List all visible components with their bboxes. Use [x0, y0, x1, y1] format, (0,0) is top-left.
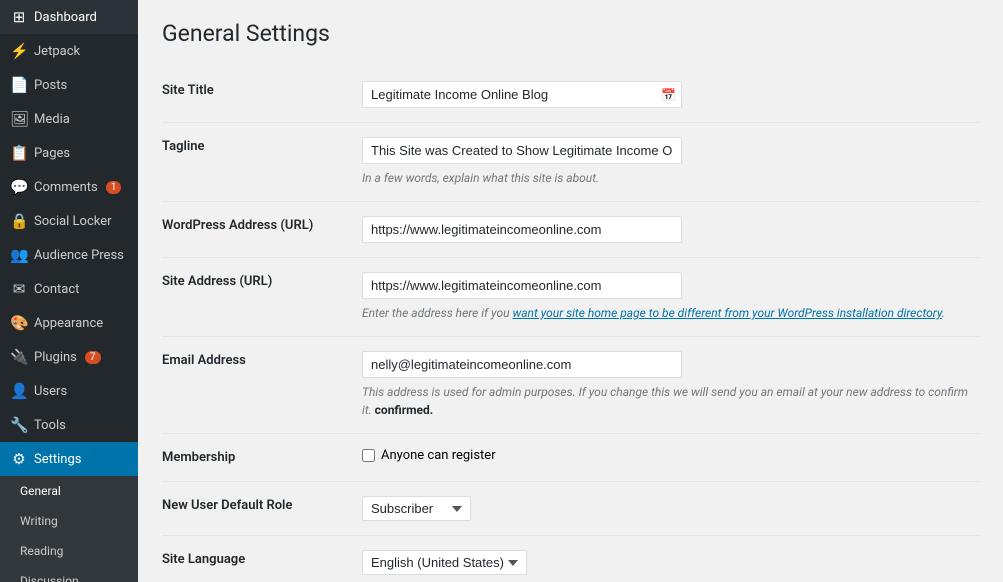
submenu-label-general: General [20, 484, 61, 498]
membership-checkbox-row: Anyone can register [362, 448, 979, 463]
sidebar-label-media: Media [34, 112, 70, 127]
submenu-label-discussion: Discussion [20, 574, 79, 582]
page-title: General Settings [162, 20, 979, 47]
sidebar-label-dashboard: Dashboard [34, 10, 97, 25]
email-row: Email Address This address is used for a… [162, 337, 979, 434]
settings-icon: ⚙ [10, 450, 28, 468]
sidebar-label-jetpack: Jetpack [34, 44, 80, 59]
sidebar-label-tools: Tools [34, 418, 66, 433]
sidebar-item-users[interactable]: 👤 Users [0, 374, 138, 408]
jetpack-icon: ⚡ [10, 42, 28, 60]
sidebar-subitem-discussion[interactable]: Discussion [0, 566, 138, 582]
sidebar-item-plugins[interactable]: 🔌 Plugins 7 [0, 340, 138, 374]
sidebar-label-comments: Comments [34, 180, 98, 195]
dashboard-icon: ⊞ [10, 8, 28, 26]
tools-icon: 🔧 [10, 416, 28, 434]
site-title-row: Site Title 📅 [162, 67, 979, 123]
email-input[interactable] [362, 351, 682, 378]
sidebar-item-social-locker[interactable]: 🔒 Social Locker [0, 204, 138, 238]
comments-badge: 1 [106, 181, 122, 194]
sidebar-label-social-locker: Social Locker [34, 214, 112, 229]
new-user-role-label: New User Default Role [162, 482, 362, 536]
wp-address-label: WordPress Address (URL) [162, 202, 362, 258]
wp-address-row: WordPress Address (URL) [162, 202, 979, 258]
site-address-row: Site Address (URL) Enter the address her… [162, 258, 979, 337]
sidebar-item-appearance[interactable]: 🎨 Appearance [0, 306, 138, 340]
sidebar-item-contact[interactable]: ✉ Contact [0, 272, 138, 306]
main-content: General Settings Site Title 📅 Tagline In… [138, 0, 1003, 582]
sidebar-label-audience-press: Audience Press [34, 248, 124, 263]
sidebar-item-dashboard[interactable]: ⊞ Dashboard [0, 0, 138, 34]
sidebar-item-settings[interactable]: ⚙ Settings [0, 442, 138, 476]
membership-checkbox-label: Anyone can register [381, 448, 496, 463]
site-language-label: Site Language [162, 536, 362, 582]
sidebar-item-posts[interactable]: 📄 Posts [0, 68, 138, 102]
wp-address-input[interactable] [362, 216, 682, 243]
tagline-row: Tagline In a few words, explain what thi… [162, 123, 979, 202]
sidebar-label-users: Users [34, 384, 67, 399]
comments-icon: 💬 [10, 178, 28, 196]
site-address-link[interactable]: want your site home page to be different… [512, 306, 941, 320]
membership-checkbox[interactable] [362, 449, 375, 462]
membership-label: Membership [162, 434, 362, 482]
audience-press-icon: 👥 [10, 246, 28, 264]
sidebar-label-pages: Pages [34, 146, 70, 161]
new-user-role-select[interactable]: SubscriberContributorAuthorEditorAdminis… [362, 496, 471, 521]
site-address-input[interactable] [362, 272, 682, 299]
settings-form: Site Title 📅 Tagline In a few words, exp… [162, 67, 979, 582]
plugins-icon: 🔌 [10, 348, 28, 366]
sidebar-subitem-writing[interactable]: Writing [0, 506, 138, 536]
calendar-icon: 📅 [661, 88, 676, 102]
sidebar-item-tools[interactable]: 🔧 Tools [0, 408, 138, 442]
sidebar-subitem-reading[interactable]: Reading [0, 536, 138, 566]
site-language-select[interactable]: English (United States)English (UK)Franç… [362, 550, 527, 575]
settings-submenu: GeneralWritingReadingDiscussionMedia [0, 476, 138, 582]
sidebar: ⊞ Dashboard ⚡ Jetpack 📄 Posts 🖼 Media 📋 … [0, 0, 138, 582]
sidebar-item-media[interactable]: 🖼 Media [0, 102, 138, 136]
site-language-row: Site Language English (United States)Eng… [162, 536, 979, 582]
sidebar-label-settings: Settings [34, 452, 81, 467]
site-address-description: Enter the address here if you want your … [362, 304, 979, 322]
media-icon: 🖼 [10, 110, 28, 128]
email-description: This address is used for admin purposes.… [362, 383, 979, 419]
tagline-label: Tagline [162, 123, 362, 202]
plugins-badge: 7 [85, 351, 101, 364]
sidebar-item-pages[interactable]: 📋 Pages [0, 136, 138, 170]
contact-icon: ✉ [10, 280, 28, 298]
email-label: Email Address [162, 337, 362, 434]
site-address-label: Site Address (URL) [162, 258, 362, 337]
pages-icon: 📋 [10, 144, 28, 162]
submenu-label-writing: Writing [20, 514, 58, 528]
tagline-input[interactable] [362, 137, 682, 164]
tagline-description: In a few words, explain what this site i… [362, 169, 979, 187]
sidebar-label-appearance: Appearance [34, 316, 103, 331]
site-title-field-wrapper: 📅 [362, 81, 682, 108]
site-title-label: Site Title [162, 67, 362, 123]
membership-row: Membership Anyone can register [162, 434, 979, 482]
sidebar-item-comments[interactable]: 💬 Comments 1 [0, 170, 138, 204]
sidebar-label-posts: Posts [34, 78, 67, 93]
submenu-label-reading: Reading [20, 544, 63, 558]
site-title-input[interactable] [362, 81, 682, 108]
sidebar-item-audience-press[interactable]: 👥 Audience Press [0, 238, 138, 272]
sidebar-subitem-general[interactable]: General [0, 476, 138, 506]
sidebar-label-contact: Contact [34, 282, 79, 297]
sidebar-label-plugins: Plugins [34, 350, 77, 365]
sidebar-item-jetpack[interactable]: ⚡ Jetpack [0, 34, 138, 68]
users-icon: 👤 [10, 382, 28, 400]
appearance-icon: 🎨 [10, 314, 28, 332]
posts-icon: 📄 [10, 76, 28, 94]
social-locker-icon: 🔒 [10, 212, 28, 230]
new-user-role-row: New User Default Role SubscriberContribu… [162, 482, 979, 536]
